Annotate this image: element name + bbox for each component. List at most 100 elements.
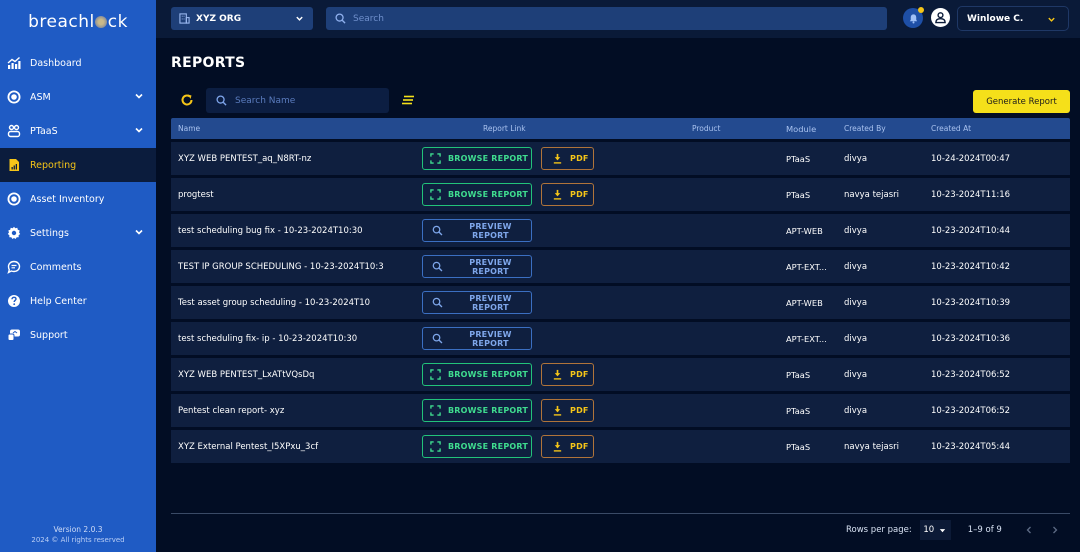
column-header-created-at[interactable]: Created At: [931, 124, 1070, 133]
pagination: Rows per page: 10 1–9 of 9: [846, 520, 1060, 540]
sidebar-item-reporting[interactable]: Reporting: [0, 148, 156, 182]
users-icon: [7, 124, 21, 138]
preview-report-button[interactable]: PREVIEW REPORT: [422, 255, 532, 278]
created-by-cell: divya: [844, 225, 868, 236]
sidebar-item-label: Comments: [30, 261, 82, 273]
sidebar-item-label: Settings: [30, 227, 69, 239]
refresh-icon[interactable]: [180, 93, 194, 107]
browse-report-button[interactable]: BROWSE REPORT: [422, 147, 532, 170]
sidebar-item-support[interactable]: Support: [0, 318, 156, 352]
sidebar-item-asset-inventory[interactable]: Asset Inventory: [0, 182, 156, 216]
global-search-input[interactable]: [353, 13, 853, 24]
preview-report-button[interactable]: PREVIEW REPORT: [422, 327, 532, 350]
user-avatar[interactable]: [931, 8, 950, 27]
pdf-label: PDF: [570, 370, 589, 379]
created-by-cell: divya: [844, 153, 868, 164]
preview-report-label: PREVIEW REPORT: [469, 221, 512, 240]
table-row[interactable]: Test asset group scheduling - 10-23-2024…: [171, 286, 1070, 319]
module-cell: APT-EXT...: [786, 261, 827, 272]
column-header-product[interactable]: Product: [692, 124, 720, 133]
column-header-name[interactable]: Name: [171, 124, 422, 133]
report-name: XYZ WEB PENTEST_aq_N8RT-nz: [178, 153, 312, 164]
generate-report-button[interactable]: Generate Report: [973, 90, 1070, 113]
user-name: Winlowe C.: [967, 13, 1024, 24]
created-by-cell: divya: [844, 405, 868, 416]
preview-report-label: PREVIEW REPORT: [469, 329, 512, 348]
logo-lock-icon: [95, 16, 108, 28]
org-selector[interactable]: XYZ ORG: [171, 7, 313, 30]
created-at-cell: 10-23-2024T11:16: [931, 189, 1011, 200]
report-name: XYZ External Pentest_I5XPxu_3cf: [178, 441, 319, 452]
download-pdf-button[interactable]: PDF: [541, 363, 594, 386]
comment-icon: [7, 260, 21, 274]
report-name: XYZ WEB PENTEST_LxATtVQsDq: [178, 369, 315, 380]
browse-report-button[interactable]: BROWSE REPORT: [422, 435, 532, 458]
preview-report-button[interactable]: PREVIEW REPORT: [422, 291, 532, 314]
browse-report-button[interactable]: BROWSE REPORT: [422, 183, 532, 206]
rows-per-page-value: 10: [923, 525, 935, 535]
table-row[interactable]: TEST IP GROUP SCHEDULING - 10-23-2024T10…: [171, 250, 1070, 283]
table-footer-divider: [171, 513, 1070, 514]
browse-report-button[interactable]: BROWSE REPORT: [422, 363, 532, 386]
download-pdf-button[interactable]: PDF: [541, 399, 594, 422]
sidebar-item-label: Help Center: [30, 295, 87, 307]
table-row[interactable]: XYZ WEB PENTEST_LxATtVQsDq BROWSE REPORT P…: [171, 358, 1070, 391]
browse-report-button[interactable]: BROWSE REPORT: [422, 399, 532, 422]
created-at-cell: 10-23-2024T06:52: [931, 405, 1011, 416]
expand-icon: [430, 441, 441, 452]
prev-page-icon[interactable]: [1024, 525, 1034, 535]
module-cell: APT-WEB: [786, 225, 823, 236]
table-row[interactable]: XYZ External Pentest_I5XPxu_3cf BROWSE RE…: [171, 430, 1070, 463]
table-row[interactable]: test scheduling fix- ip - 10-23-2024T10:…: [171, 322, 1070, 355]
download-pdf-button[interactable]: PDF: [541, 147, 594, 170]
sidebar-item-label: Support: [30, 329, 68, 341]
user-menu[interactable]: Winlowe C.: [957, 6, 1069, 31]
search-icon: [432, 225, 443, 236]
version-label: Version 2.0.3: [53, 525, 103, 534]
download-pdf-button[interactable]: PDF: [541, 435, 594, 458]
column-header-created-by[interactable]: Created By: [844, 124, 931, 133]
preview-report-label: PREVIEW REPORT: [469, 293, 512, 312]
expand-icon: [430, 153, 441, 164]
sidebar-item-asm[interactable]: ASM: [0, 80, 156, 114]
created-at-cell: 10-23-2024T06:52: [931, 369, 1011, 380]
rows-per-page-label: Rows per page:: [846, 525, 912, 535]
name-search: [206, 88, 389, 113]
target-icon: [7, 90, 21, 104]
column-header-report-link[interactable]: Report Link: [422, 124, 786, 133]
report-link-cell: PREVIEW REPORT: [422, 327, 786, 350]
table-row[interactable]: Pentest clean report- xyz BROWSE REPORT PD…: [171, 394, 1070, 427]
created-by-cell: divya: [844, 261, 868, 272]
module-cell: PTaaS: [786, 153, 811, 164]
sidebar-item-label: PTaaS: [30, 125, 58, 137]
filter-icon[interactable]: [401, 94, 415, 106]
sidebar-item-settings[interactable]: Settings: [0, 216, 156, 250]
download-icon: [553, 405, 562, 416]
chevron-down-icon: [296, 16, 303, 21]
column-header-module[interactable]: Module: [786, 124, 844, 134]
pdf-label: PDF: [570, 406, 589, 415]
table-row[interactable]: XYZ WEB PENTEST_aq_N8RT-nz BROWSE REPORT P…: [171, 142, 1070, 175]
table-row[interactable]: test scheduling bug fix - 10-23-2024T10:…: [171, 214, 1070, 247]
next-page-icon[interactable]: [1050, 525, 1060, 535]
module-cell: PTaaS: [786, 189, 811, 200]
sidebar-item-label: ASM: [30, 91, 51, 103]
table-row[interactable]: progtest BROWSE REPORT PDF PTaaS navya tejas…: [171, 178, 1070, 211]
brand-logo[interactable]: breachl ck: [0, 12, 156, 32]
sidebar-item-dashboard[interactable]: Dashboard: [0, 46, 156, 80]
global-search: [326, 7, 887, 30]
org-name: XYZ ORG: [196, 13, 242, 24]
report-link-cell: PREVIEW REPORT: [422, 219, 786, 242]
download-pdf-button[interactable]: PDF: [541, 183, 594, 206]
preview-report-button[interactable]: PREVIEW REPORT: [422, 219, 532, 242]
notifications-button[interactable]: [903, 7, 924, 28]
sidebar-item-ptaas[interactable]: PTaaS: [0, 114, 156, 148]
rows-per-page-select[interactable]: 10: [919, 520, 951, 540]
sidebar-item-comments[interactable]: Comments: [0, 250, 156, 284]
sidebar-item-help-center[interactable]: Help Center: [0, 284, 156, 318]
name-search-input[interactable]: [235, 95, 375, 106]
bell-icon: [909, 13, 917, 23]
download-icon: [553, 153, 562, 164]
sidebar: breachl ck Dashboard ASM PTaaS Reporting Asse…: [0, 0, 156, 552]
table-header: Name Report Link Product Module Created …: [171, 118, 1070, 139]
